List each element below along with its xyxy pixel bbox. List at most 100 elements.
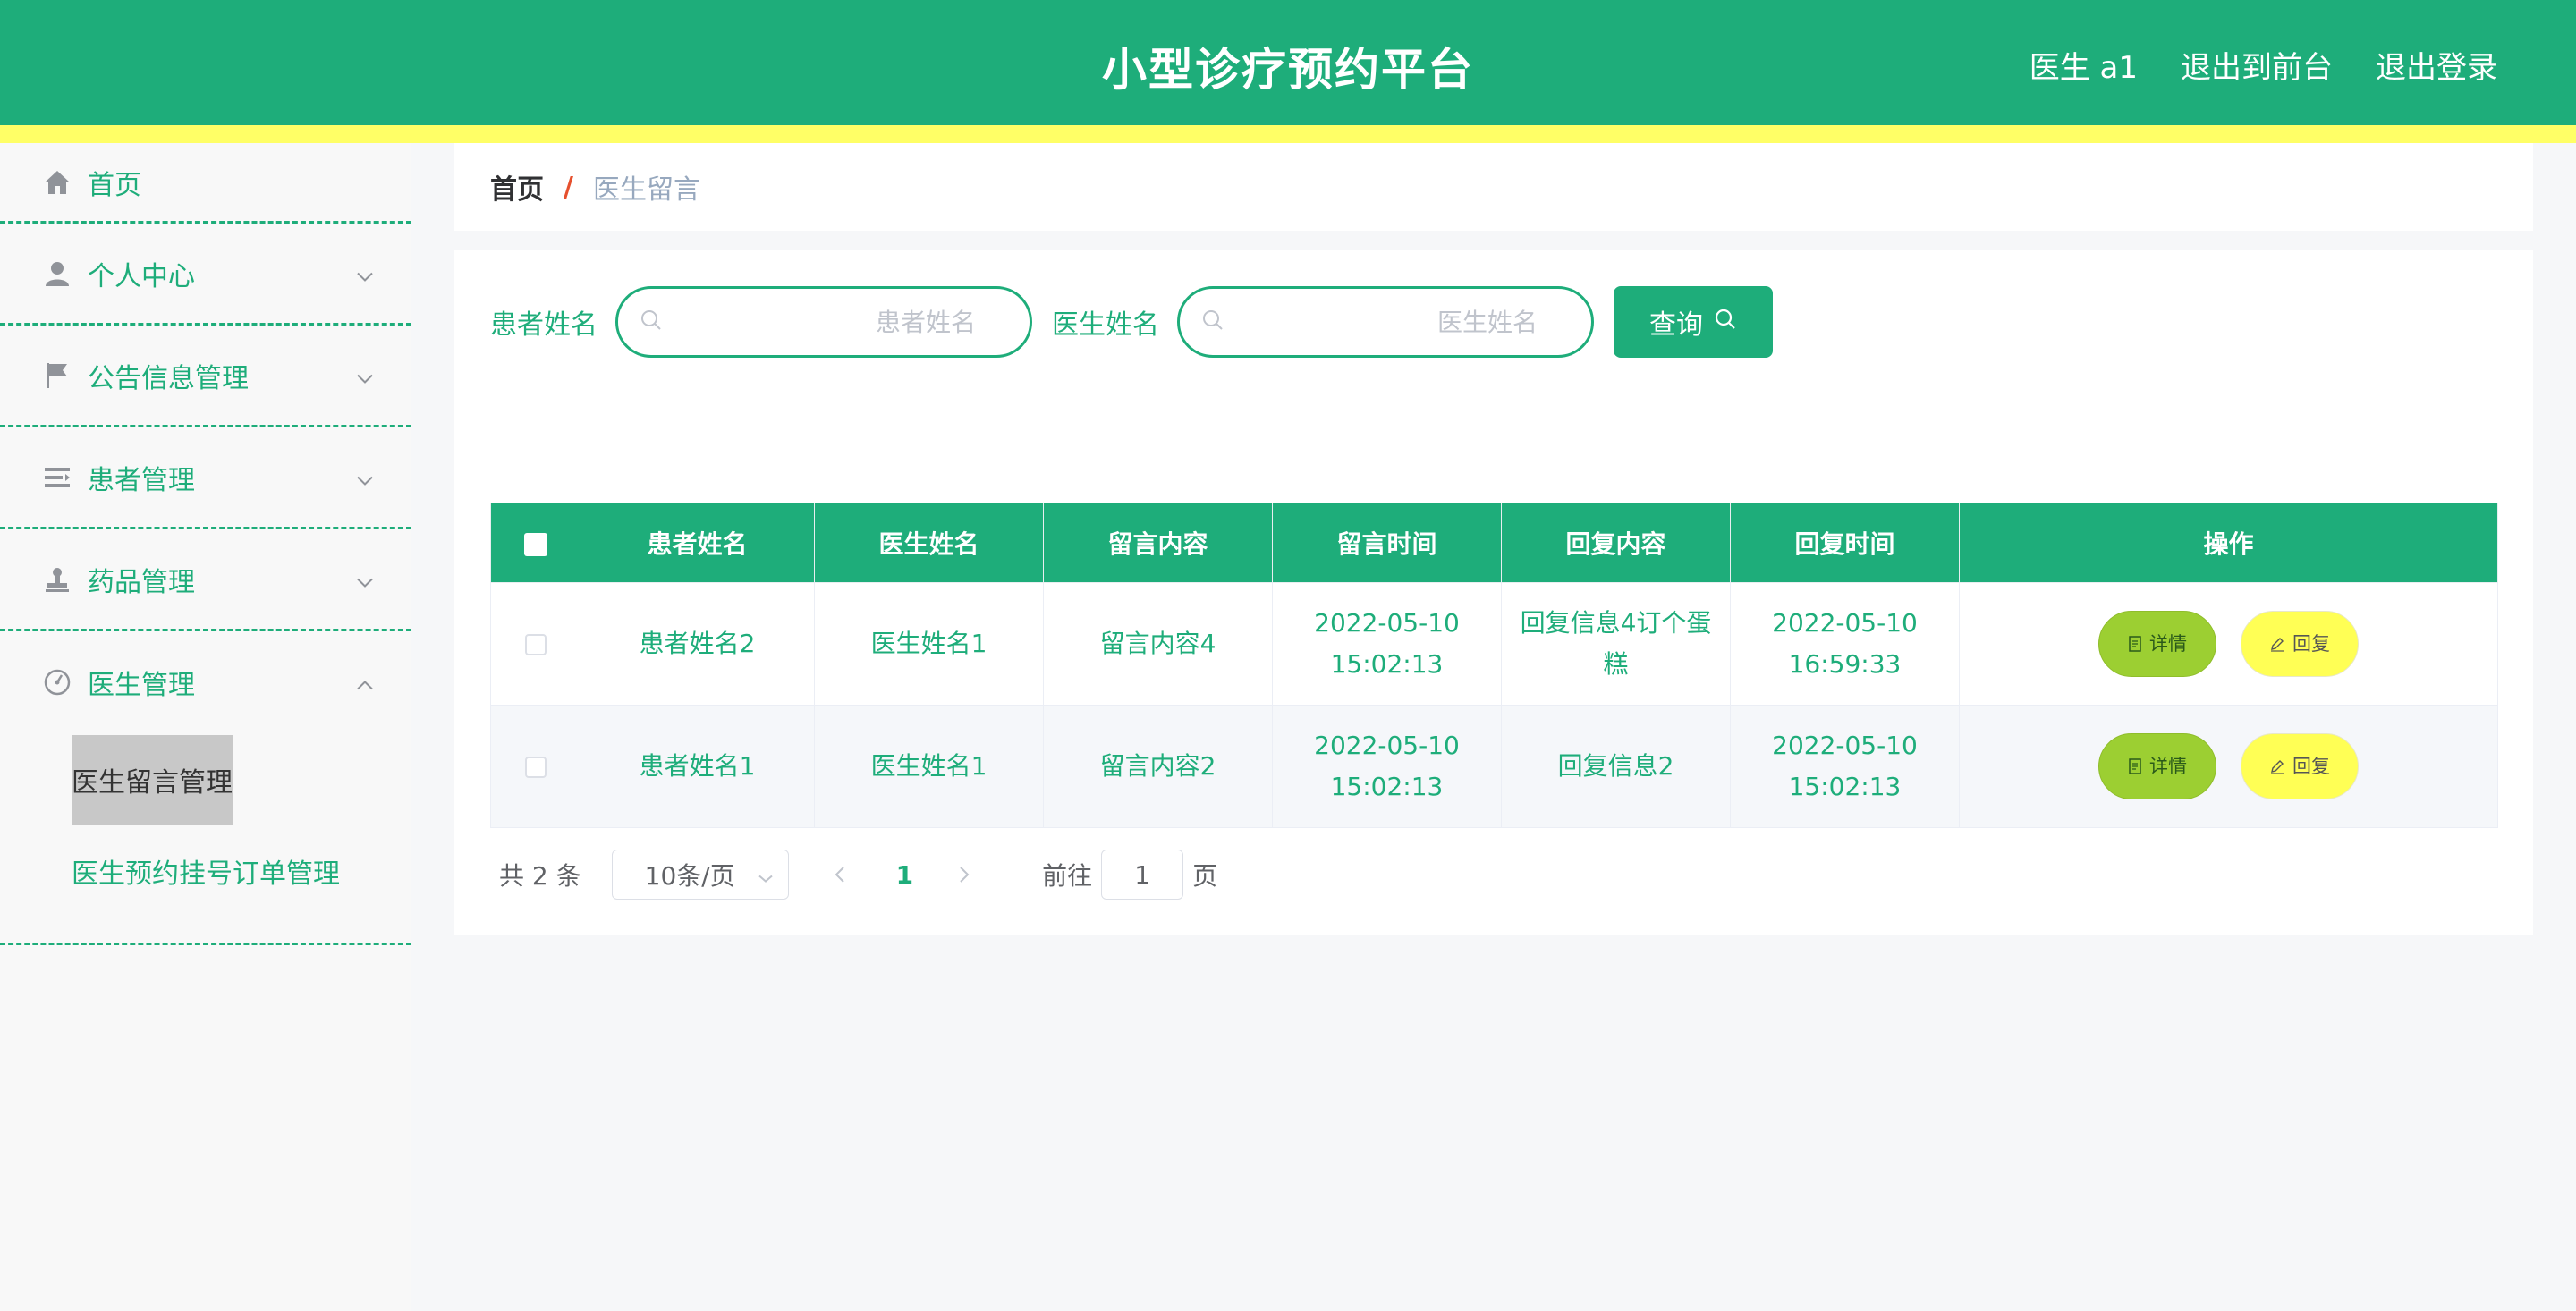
search-form: 患者姓名 医生姓名 查询: [490, 286, 1773, 358]
message-time-cell: 2022-05-10 15:02:13: [1272, 705, 1502, 828]
doctor-name-field: [1177, 286, 1594, 358]
patient-name-cell: 患者姓名1: [580, 705, 815, 828]
row-checkbox[interactable]: [524, 757, 547, 778]
row-select-cell: [490, 705, 580, 828]
query-button-label: 查询: [1649, 309, 1703, 341]
actions-cell: 详情 回复: [1959, 705, 2498, 828]
logout-link[interactable]: 退出登录: [2376, 43, 2497, 87]
breadcrumb-current: 医生留言: [592, 174, 700, 206]
column-header: 留言时间: [1272, 503, 1502, 583]
page-number[interactable]: 1: [896, 860, 913, 890]
message-content-cell: 留言内容2: [1043, 705, 1273, 828]
sidebar-item-medicines[interactable]: 药品管理: [0, 529, 411, 631]
doctor-name-cell: 医生姓名1: [814, 705, 1044, 828]
row-select-cell: [490, 582, 580, 706]
table-header-row: 患者姓名 医生姓名 留言内容 留言时间 回复内容 回复时间 操作: [490, 503, 2498, 583]
sidebar-item-doctors[interactable]: 医生管理: [0, 631, 411, 733]
page-suffix: 页: [1192, 861, 1218, 891]
home-icon: [43, 168, 72, 197]
doctor-name-label: 医生姓名: [1052, 309, 1159, 341]
reply-content-cell: 回复信息4订个蛋糕: [1501, 582, 1731, 706]
goto-label: 前往: [1042, 861, 1093, 891]
detail-button[interactable]: 详情: [2098, 733, 2217, 799]
table-row: 患者姓名2 医生姓名1 留言内容4 2022-05-10 15:02:13 回复…: [490, 582, 2498, 706]
user-icon: [43, 259, 72, 288]
breadcrumb-separator: /: [564, 171, 573, 203]
patient-name-input[interactable]: [618, 289, 1030, 355]
total-count: 共 2 条: [499, 861, 581, 891]
chevron-down-icon: [356, 563, 374, 595]
chevron-right-icon: [960, 867, 970, 883]
column-header: 患者姓名: [580, 503, 815, 583]
submenu-item-doctor-messages[interactable]: 医生留言管理: [72, 735, 233, 825]
sidebar-item-label: 药品管理: [88, 566, 195, 598]
select-all-checkbox[interactable]: [523, 532, 547, 556]
page-size-value: 10条/页: [644, 861, 735, 891]
detail-button-label: 详情: [2149, 756, 2188, 777]
breadcrumb: 首页 / 医生留言: [454, 143, 2533, 231]
column-header: 留言内容: [1043, 503, 1273, 583]
patient-name-cell: 患者姓名2: [580, 582, 815, 706]
sidebar-item-label: 个人中心: [88, 260, 195, 292]
sidebar-item-announcement[interactable]: 公告信息管理: [0, 326, 411, 427]
sidebar-item-personal-center[interactable]: 个人中心: [0, 224, 411, 326]
table-row: 患者姓名1 医生姓名1 留言内容2 2022-05-10 15:02:13 回复…: [490, 705, 2498, 828]
next-page-button[interactable]: [958, 865, 970, 884]
sidebar-item-label: 首页: [88, 169, 141, 201]
goto-page-input[interactable]: [1101, 850, 1184, 900]
column-header: 医生姓名: [814, 503, 1044, 583]
chevron-down-icon: [356, 359, 374, 391]
main-content: 患者姓名 医生姓名 查询 患者: [454, 250, 2533, 935]
column-header: 回复时间: [1730, 503, 1960, 583]
reply-content-cell: 回复信息2: [1501, 705, 1731, 828]
reply-button-label: 回复: [2292, 633, 2330, 655]
sidebar-item-label: 医生管理: [88, 670, 195, 701]
chevron-down-icon: [356, 461, 374, 493]
exit-to-frontend-link[interactable]: 退出到前台: [2181, 43, 2333, 87]
top-bar: 小型诊疗预约平台 医生 a1 退出到前台 退出登录: [0, 0, 2576, 125]
search-icon: [1201, 309, 1224, 335]
message-time-cell: 2022-05-10 15:02:13: [1272, 582, 1502, 706]
flag-icon: [43, 361, 72, 390]
current-user-link[interactable]: 医生 a1: [2029, 43, 2138, 87]
page-size-select[interactable]: 10条/页: [611, 850, 789, 900]
reply-time-cell: 2022-05-10 16:59:33: [1730, 582, 1960, 706]
detail-button-label: 详情: [2149, 633, 2188, 655]
breadcrumb-home[interactable]: 首页: [490, 167, 544, 207]
patient-name-field: [615, 286, 1032, 358]
sidebar: 首页 个人中心 公告信息管理 患者管理 药品管理 医生管理 医生留言管理 医生预…: [0, 143, 411, 1311]
sidebar-item-label: 公告信息管理: [88, 362, 249, 394]
reply-button[interactable]: 回复: [2240, 733, 2359, 799]
prev-page-button[interactable]: [834, 865, 846, 884]
list-icon: [43, 463, 72, 492]
sidebar-item-patients[interactable]: 患者管理: [0, 427, 411, 529]
chevron-down-icon: [758, 860, 774, 890]
doctor-submenu: 医生留言管理 医生预约挂号订单管理: [0, 733, 411, 945]
chevron-up-icon: [356, 667, 374, 698]
doctor-name-cell: 医生姓名1: [814, 582, 1044, 706]
submenu-item-appointment-orders[interactable]: 医生预约挂号订单管理: [72, 851, 340, 891]
column-header: 回复内容: [1501, 503, 1731, 583]
row-checkbox[interactable]: [524, 634, 547, 656]
doctor-name-input[interactable]: [1180, 289, 1591, 355]
select-all-cell: [490, 503, 580, 583]
chevron-left-icon: [835, 867, 844, 883]
messages-table: 患者姓名 医生姓名 留言内容 留言时间 回复内容 回复时间 操作 患者姓名2 医…: [490, 503, 2498, 828]
header-accent-stripe: [0, 125, 2576, 143]
detail-button[interactable]: 详情: [2098, 611, 2217, 677]
query-button[interactable]: 查询: [1614, 286, 1773, 358]
sidebar-item-home[interactable]: 首页: [0, 143, 411, 224]
reply-button[interactable]: 回复: [2240, 611, 2359, 677]
gauge-icon: [43, 668, 72, 697]
patient-name-label: 患者姓名: [490, 309, 597, 341]
message-content-cell: 留言内容4: [1043, 582, 1273, 706]
edit-icon: [2270, 760, 2284, 774]
actions-cell: 详情 回复: [1959, 582, 2498, 706]
header-links: 医生 a1 退出到前台 退出登录: [2029, 43, 2497, 87]
search-icon: [1714, 307, 1737, 338]
document-icon: [2129, 758, 2141, 774]
sidebar-item-label: 患者管理: [88, 464, 195, 496]
column-header: 操作: [1959, 503, 2498, 583]
document-icon: [2129, 636, 2141, 652]
chevron-down-icon: [356, 258, 374, 289]
